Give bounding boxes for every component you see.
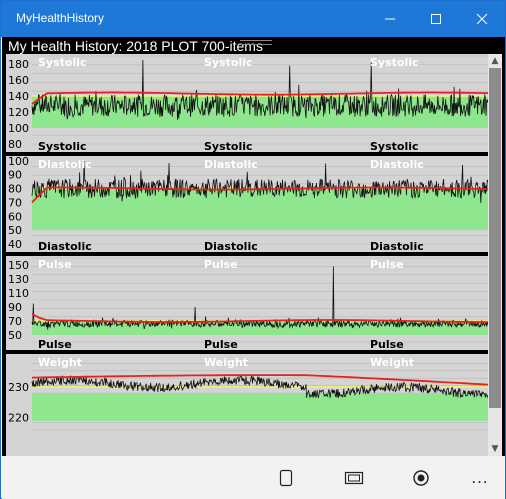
diastolic-tick-label: 40 (8, 238, 22, 251)
weight-tick-label: 220 (8, 412, 29, 425)
systolic-tick-label: 80 (8, 138, 22, 151)
minimize-icon (385, 18, 395, 20)
systolic-top-label: Systolic (204, 56, 253, 69)
diastolic-tick-label: 60 (8, 210, 22, 223)
diastolic-bottom-label: Diastolic (204, 240, 258, 253)
tablet-mode-button[interactable] (334, 462, 374, 494)
weight-target-band (32, 393, 488, 421)
systolic-tick-label: 120 (8, 106, 29, 119)
pulse-panel (6, 256, 488, 350)
pulse-tick-label: 50 (8, 329, 22, 342)
maximize-button[interactable] (413, 1, 459, 37)
systolic-top-label: Systolic (38, 56, 87, 69)
drag-handle[interactable] (240, 40, 272, 45)
weight-top-label: Weight (204, 356, 248, 369)
pulse-bottom-label: Pulse (38, 338, 72, 351)
diastolic-tick-label: 70 (8, 196, 22, 209)
systolic-bottom-label: Systolic (38, 140, 87, 153)
weight-tick-label: 230 (8, 381, 29, 394)
scroll-down-icon[interactable]: ▼ (488, 442, 502, 456)
systolic-tick-label: 180 (8, 58, 29, 71)
more-button[interactable]: ... (460, 462, 500, 494)
title-bar: MyHealthHistory (1, 1, 505, 37)
diastolic-tick-label: 90 (8, 169, 22, 182)
systolic-tick-label: 100 (8, 122, 29, 135)
systolic-tick-label: 160 (8, 74, 29, 87)
pulse-tick-label: 70 (8, 315, 22, 328)
systolic-bottom-label: Systolic (204, 140, 253, 153)
diastolic-bottom-label: Diastolic (38, 240, 92, 253)
minimize-button[interactable] (367, 1, 413, 37)
panel-divider (6, 152, 488, 156)
device-icon (279, 469, 293, 487)
record-icon (413, 470, 429, 486)
bottom-app-bar: ... (2, 456, 505, 499)
panel-divider (6, 252, 488, 256)
pulse-tick-label: 150 (8, 259, 29, 272)
plot-area: 180 160 140 120 100 80 Systolic Systolic Systoli… (6, 54, 489, 456)
systolic-bottom-label: Systolic (370, 140, 419, 153)
panel-divider (6, 350, 488, 354)
weight-top-label: Weight (370, 356, 414, 369)
diastolic-top-label: Diastolic (370, 158, 424, 171)
scroll-up-icon[interactable]: ▲ (488, 54, 502, 68)
pulse-bottom-label: Pulse (204, 338, 238, 351)
record-button[interactable] (401, 462, 441, 494)
more-icon: ... (471, 469, 489, 487)
diastolic-tick-label: 100 (8, 155, 29, 168)
content-area: My Health History: 2018 PLOT 700-items 1… (2, 37, 505, 456)
scrollbar-thumb[interactable] (489, 68, 501, 408)
window-title: MyHealthHistory (16, 11, 105, 25)
health-plots: 180 160 140 120 100 80 Systolic Systolic Systoli… (6, 54, 489, 438)
diastolic-top-label: Diastolic (204, 158, 258, 171)
weight-top-label: Weight (38, 356, 82, 369)
pulse-tick-label: 90 (8, 301, 22, 314)
systolic-tick-label: 140 (8, 90, 29, 103)
app-window: MyHealthHistory My Health History: 2018 … (0, 0, 506, 499)
pulse-tick-label: 130 (8, 273, 29, 286)
pulse-bottom-label: Pulse (370, 338, 404, 351)
tablet-mode-icon (344, 471, 364, 485)
diastolic-bottom-label: Diastolic (370, 240, 424, 253)
diastolic-tick-label: 50 (8, 224, 22, 237)
pulse-tick-label: 110 (8, 287, 29, 300)
pulse-top-label: Pulse (38, 258, 72, 271)
device-button[interactable] (266, 462, 306, 494)
vertical-scrollbar[interactable]: ▲ ▼ (488, 54, 502, 456)
pulse-top-label: Pulse (370, 258, 404, 271)
close-icon (476, 13, 488, 25)
pulse-top-label: Pulse (204, 258, 238, 271)
diastolic-tick-label: 80 (8, 183, 22, 196)
close-button[interactable] (459, 1, 505, 37)
maximize-icon (431, 14, 441, 24)
systolic-top-label: Systolic (370, 56, 419, 69)
diastolic-top-label: Diastolic (38, 158, 92, 171)
page-title: My Health History: 2018 PLOT 700-items (8, 38, 263, 54)
